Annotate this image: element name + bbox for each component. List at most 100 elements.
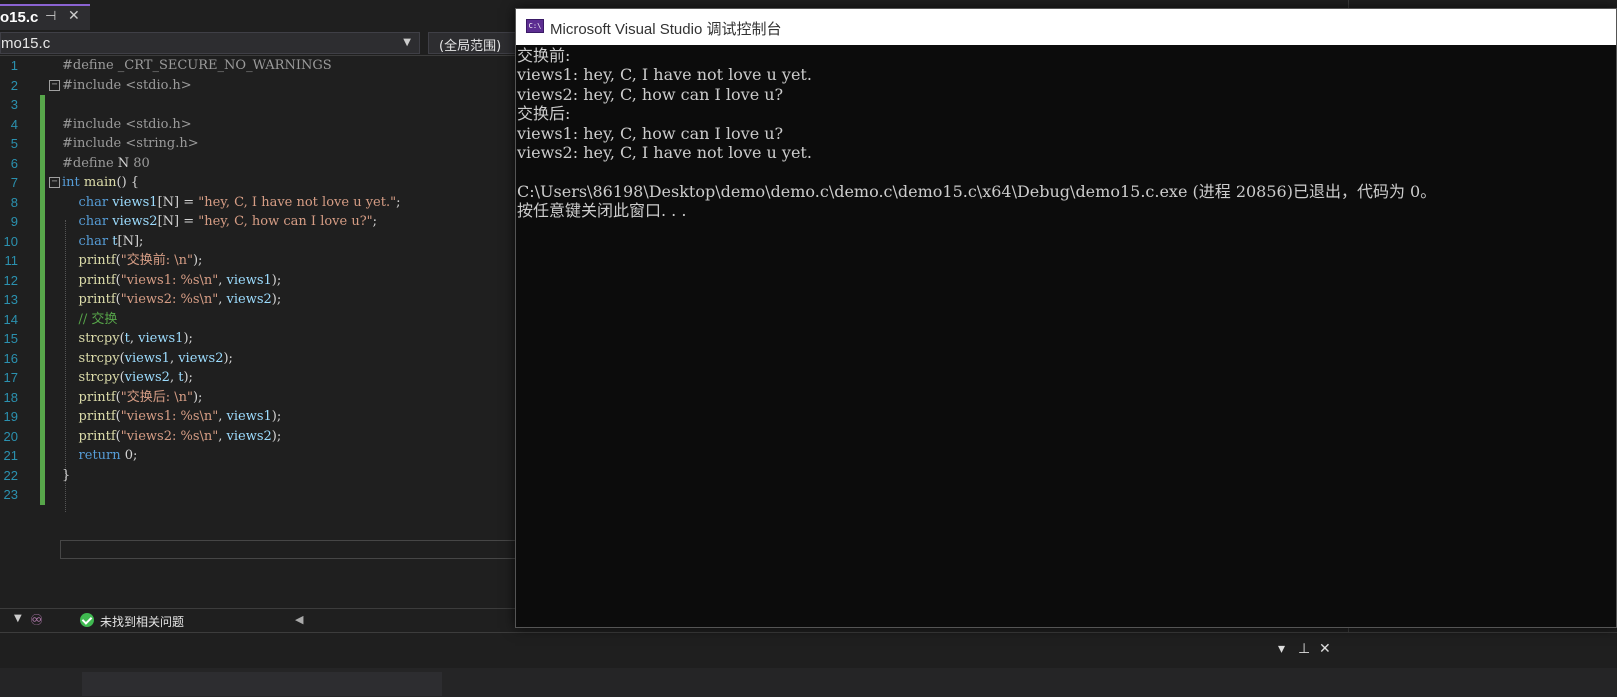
output-source-selector[interactable] — [82, 672, 442, 696]
code-line[interactable]: 22} — [0, 465, 530, 485]
code-line[interactable]: 20 printf("views2: %s\n", views2); — [0, 426, 530, 446]
chevron-down-icon[interactable]: ▼ — [14, 613, 22, 624]
code-token: #define — [62, 155, 118, 171]
code-line[interactable]: 7 − int main() { — [0, 173, 530, 193]
console-line: 按任意键关闭此窗口. . . — [517, 201, 687, 221]
code-text: char views2[N] = "hey, C, how can I love… — [62, 212, 378, 232]
change-marker — [40, 114, 45, 134]
code-token: "views2: %s\n" — [120, 292, 219, 307]
code-token: "views1: %s\n" — [120, 409, 219, 424]
change-marker — [40, 329, 45, 349]
code-token: "views2: %s\n" — [120, 428, 219, 444]
code-line[interactable]: 5 #include <string.h> — [0, 134, 530, 154]
code-token: ; — [396, 194, 401, 210]
change-marker — [40, 251, 45, 271]
line-number: 19 — [3, 409, 18, 424]
line-number: 3 — [10, 97, 18, 112]
code-token: ); — [271, 428, 282, 444]
code-line[interactable]: 18 printf("交换后: \n"); — [0, 387, 530, 407]
code-line[interactable]: 3 — [0, 95, 530, 115]
code-token: "交换后: \n" — [120, 389, 193, 405]
code-line[interactable]: 1 #define _CRT_SECURE_NO_WARNINGS — [0, 56, 530, 76]
line-number: 8 — [10, 194, 18, 210]
code-token: printf — [78, 272, 116, 288]
code-line[interactable]: 10 char t[N]; — [0, 231, 530, 252]
scroll-left-icon[interactable]: ◀ — [295, 613, 303, 626]
console-title: Microsoft Visual Studio 调试控制台 — [550, 21, 782, 38]
change-marker — [40, 173, 45, 193]
code-line[interactable]: 2 − #include <stdio.h> — [0, 76, 530, 96]
code-token: views1 — [124, 350, 170, 366]
pin-icon[interactable]: ⊥ — [1298, 641, 1310, 657]
output-panel: ▾ ⊥ ✕ — [0, 632, 1617, 697]
line-number: 10 — [3, 233, 18, 249]
console-line: views2: hey, C, I have not love u yet. — [517, 142, 812, 162]
code-line[interactable]: 4 #include <stdio.h> — [0, 114, 530, 135]
line-number: 12 — [3, 272, 18, 288]
code-token: ); — [183, 331, 193, 346]
close-icon[interactable]: ✕ — [68, 8, 80, 24]
code-token: } — [62, 467, 71, 483]
change-marker — [40, 309, 45, 329]
debug-console-window[interactable]: C:\ Microsoft Visual Studio 调试控制台 交换前: vi… — [515, 8, 1617, 628]
code-line[interactable]: 6 #define N 80 — [0, 153, 530, 173]
code-token: "交换前: \n" — [120, 253, 193, 268]
code-line[interactable]: 15 strcpy(t, views1); — [0, 329, 530, 349]
line-number: 17 — [3, 370, 18, 385]
console-titlebar[interactable]: C:\ Microsoft Visual Studio 调试控制台 — [516, 9, 1616, 45]
code-token: printf — [78, 409, 116, 424]
issues-status[interactable]: 未找到相关问题 — [100, 613, 184, 630]
code-text: strcpy(views1, views2); — [62, 349, 233, 369]
chevron-down-icon[interactable]: ▾ — [1278, 641, 1285, 657]
code-text: char t[N]; — [62, 232, 144, 252]
code-line[interactable]: 9 char views2[N] = "hey, C, how can I lo… — [0, 212, 530, 232]
line-number: 15 — [3, 331, 18, 346]
code-line[interactable]: 8 char views1[N] = "hey, C, I have not l… — [0, 192, 530, 213]
console-line: 交换前: — [517, 46, 571, 65]
line-number: 11 — [4, 253, 19, 268]
line-number: 13 — [3, 292, 18, 307]
code-line[interactable]: 14 // 交换 — [0, 309, 530, 329]
line-number: 18 — [3, 389, 18, 405]
code-token: ); — [192, 253, 203, 268]
close-icon[interactable]: ✕ — [1319, 641, 1331, 657]
code-token: , — [218, 272, 227, 288]
copilot-icon[interactable]: ♾ — [30, 611, 43, 629]
tab-demo15-c[interactable]: o15.c ⊣ ✕ — [0, 4, 90, 30]
code-token: , — [218, 428, 227, 444]
collapse-icon[interactable]: − — [49, 177, 60, 188]
code-text: return 0; — [62, 446, 138, 466]
code-token: return — [78, 448, 121, 463]
file-dropdown[interactable]: mo15.c ▼ — [0, 32, 420, 54]
change-marker — [40, 212, 45, 232]
code-token: printf — [78, 292, 116, 307]
console-app-icon: C:\ — [526, 19, 544, 33]
code-editor[interactable]: 1 #define _CRT_SECURE_NO_WARNINGS 2− #inclu… — [0, 56, 530, 608]
code-token: views2 — [178, 350, 224, 366]
code-line[interactable]: 17 strcpy(views2, t); — [0, 368, 530, 388]
collapse-icon[interactable]: − — [49, 79, 60, 91]
code-token: char — [78, 214, 109, 229]
code-text: char views1[N] = "hey, C, I have not lov… — [62, 193, 401, 213]
output-toolbar — [0, 668, 1617, 697]
code-line[interactable]: 23 — [0, 485, 530, 505]
code-line[interactable]: 19 printf("views1: %s\n", views1); — [0, 407, 530, 427]
code-text: strcpy(views2, t); — [62, 368, 193, 388]
code-line[interactable]: 13 printf("views2: %s\n", views2); — [0, 290, 530, 310]
change-marker — [40, 485, 45, 505]
tab-title: o15.c — [0, 9, 39, 26]
code-line[interactable]: 16 strcpy(views1, views2); — [0, 348, 530, 369]
navigation-bar: mo15.c ▼ (全局范围) — [0, 30, 530, 56]
code-text: #include <stdio.h> — [62, 115, 192, 135]
code-token: () { — [116, 175, 140, 190]
code-line[interactable]: 11 printf("交换前: \n"); — [0, 251, 530, 271]
pin-icon[interactable]: ⊣ — [45, 9, 56, 24]
code-line[interactable]: 12 printf("views1: %s\n", views1); — [0, 270, 530, 290]
code-line[interactable]: 21 return 0; — [0, 446, 530, 466]
